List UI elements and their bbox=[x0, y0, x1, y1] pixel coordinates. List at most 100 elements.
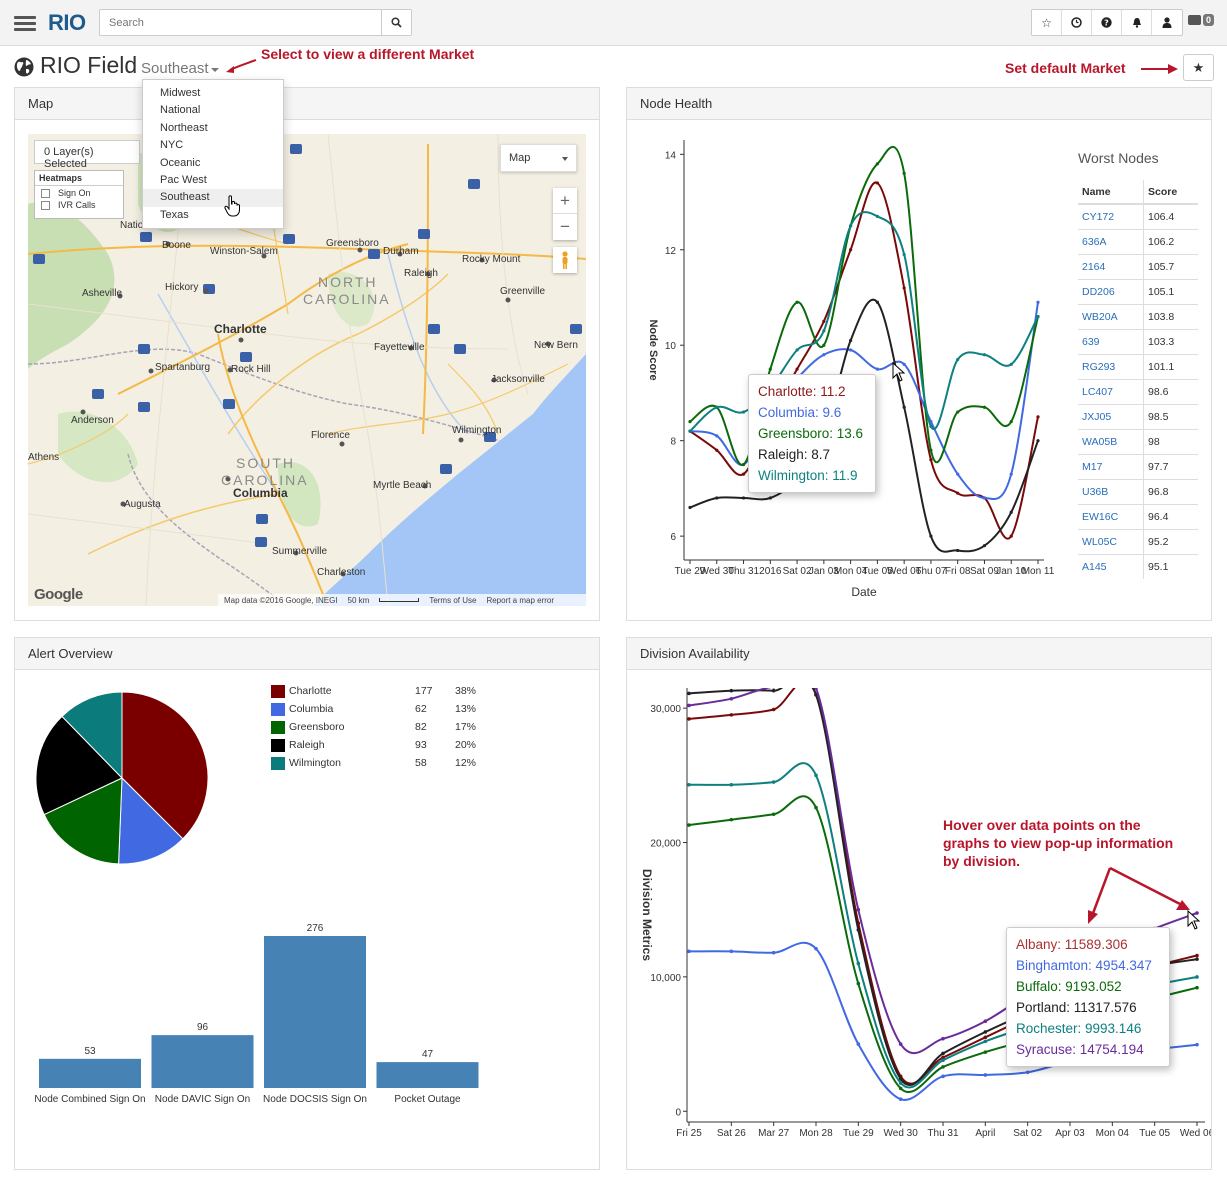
data-point bbox=[814, 773, 818, 778]
checkbox[interactable] bbox=[41, 188, 50, 198]
report-error-link[interactable]: Report a map error bbox=[486, 596, 554, 605]
map-type-select[interactable]: Map bbox=[500, 144, 577, 172]
search-input[interactable] bbox=[100, 10, 382, 35]
market-caret-icon[interactable] bbox=[211, 68, 219, 72]
node-name-link[interactable]: WL05C bbox=[1078, 528, 1144, 554]
market-option[interactable]: Northeast bbox=[143, 120, 283, 137]
market-option[interactable]: Pac West bbox=[143, 172, 283, 189]
chat-button[interactable]: 0 bbox=[1188, 14, 1215, 26]
data-point bbox=[856, 907, 861, 912]
heatmaps-panel: Heatmaps Sign On IVR Calls bbox=[34, 170, 124, 219]
x-tick-label: Wed 06 bbox=[1180, 1128, 1211, 1139]
data-point bbox=[687, 717, 691, 721]
bar-value-label: 53 bbox=[84, 1046, 96, 1057]
zoom-out-button[interactable]: − bbox=[553, 214, 577, 239]
worst-nodes-title: Worst Nodes bbox=[1078, 150, 1159, 166]
node-name-link[interactable]: LC407 bbox=[1078, 378, 1144, 404]
map-city-label: Summerville bbox=[272, 546, 328, 557]
node-name-link[interactable]: A145 bbox=[1078, 553, 1144, 579]
data-point bbox=[982, 405, 987, 409]
tooltip-line: Charlotte: 11.2 bbox=[758, 384, 846, 399]
x-tick-label: Fri 08 bbox=[945, 566, 971, 577]
zoom-in-button[interactable]: + bbox=[553, 188, 577, 214]
market-option[interactable]: Texas bbox=[143, 207, 283, 224]
data-point bbox=[1025, 1070, 1030, 1075]
bell-icon[interactable] bbox=[1122, 10, 1152, 35]
map-city-label: Athens bbox=[28, 452, 60, 463]
node-name-link[interactable]: CY172 bbox=[1078, 203, 1144, 229]
star-icon[interactable]: ☆ bbox=[1032, 10, 1062, 35]
node-score: 97.7 bbox=[1143, 453, 1198, 479]
data-point bbox=[795, 348, 799, 352]
node-name-link[interactable]: 639 bbox=[1078, 328, 1144, 354]
data-point bbox=[983, 1039, 988, 1044]
market-option[interactable]: NYC bbox=[143, 137, 283, 154]
market-option[interactable]: National bbox=[143, 102, 283, 119]
user-icon[interactable] bbox=[1152, 10, 1182, 35]
data-point bbox=[929, 458, 933, 462]
x-tick-label: Wed 30 bbox=[884, 1128, 919, 1139]
data-point bbox=[856, 1042, 861, 1046]
star-icon: ★ bbox=[1192, 59, 1205, 75]
map-city-label: Jacksonville bbox=[491, 374, 545, 385]
y-tick-label: 20,000 bbox=[650, 839, 681, 850]
app-logo[interactable]: RIO bbox=[48, 10, 86, 36]
map-footer: Map data ©2016 Google, INEGI 50 km Terms… bbox=[218, 594, 586, 606]
node-name-link[interactable]: WA05B bbox=[1078, 428, 1144, 454]
node-name-link[interactable]: RG293 bbox=[1078, 353, 1144, 379]
market-option[interactable]: Midwest bbox=[143, 85, 283, 102]
data-point bbox=[956, 548, 960, 553]
legend-swatch bbox=[271, 702, 285, 716]
map-city-label: Fayetteville bbox=[374, 342, 425, 353]
heatmap-option-ivr-calls[interactable]: IVR Calls bbox=[35, 198, 123, 210]
data-point bbox=[814, 688, 818, 690]
data-point bbox=[956, 472, 960, 476]
data-point bbox=[1036, 439, 1040, 443]
bar-value-label: 96 bbox=[197, 1022, 209, 1033]
market-option-selected[interactable]: Southeast bbox=[143, 189, 283, 207]
data-point bbox=[771, 812, 776, 817]
map-city-label: Anderson bbox=[71, 415, 114, 426]
data-point bbox=[875, 367, 879, 371]
hamburger-menu-icon[interactable] bbox=[14, 16, 36, 31]
node-name-link[interactable]: JXJ05 bbox=[1078, 403, 1144, 429]
data-point bbox=[687, 703, 691, 708]
legend-item: Columbia 62 13% bbox=[271, 702, 476, 716]
market-option[interactable]: Oceanic bbox=[143, 155, 283, 172]
map-scale-bar bbox=[379, 598, 420, 602]
heatmap-option-sign-on[interactable]: Sign On bbox=[35, 186, 123, 198]
node-name-link[interactable]: WB20A bbox=[1078, 303, 1144, 329]
node-name-link[interactable]: EW16C bbox=[1078, 503, 1144, 529]
node-name-link[interactable]: DD206 bbox=[1078, 278, 1144, 304]
node-name-link[interactable]: 2164 bbox=[1078, 253, 1144, 279]
help-icon[interactable]: ? bbox=[1092, 10, 1122, 35]
node-name-link[interactable]: U36B bbox=[1078, 478, 1144, 504]
x-tick-label: Thu 31 bbox=[927, 1128, 959, 1139]
clock-icon[interactable] bbox=[1062, 10, 1092, 35]
y-tick-label: 12 bbox=[665, 246, 677, 257]
data-point bbox=[771, 707, 776, 712]
x-tick-label: Mon 11 bbox=[1022, 566, 1055, 577]
legend-item: Wilmington 58 12% bbox=[271, 756, 476, 770]
legend-percent: 17% bbox=[455, 721, 477, 733]
data-point bbox=[983, 1035, 988, 1040]
node-name-link[interactable]: 636A bbox=[1078, 228, 1144, 254]
node-name-link[interactable]: M17 bbox=[1078, 453, 1144, 479]
x-tick-label: Sat 02 bbox=[1013, 1128, 1042, 1139]
data-point bbox=[1195, 957, 1199, 961]
legend-percent: 38% bbox=[455, 685, 477, 697]
data-point bbox=[941, 1036, 945, 1041]
terms-link[interactable]: Terms of Use bbox=[429, 596, 476, 605]
data-point bbox=[741, 472, 746, 476]
search-button[interactable] bbox=[381, 10, 411, 35]
layer-select-dropdown[interactable]: 0 Layer(s) Selected bbox=[34, 140, 140, 170]
table-row: A145 95.1 bbox=[1078, 553, 1198, 579]
table-row: WA05B 98 bbox=[1078, 428, 1198, 454]
checkbox[interactable] bbox=[41, 200, 50, 210]
map-city-label: Boone bbox=[162, 240, 191, 251]
market-selector[interactable]: Southeast bbox=[141, 60, 209, 77]
set-default-market-button[interactable]: ★ bbox=[1183, 54, 1214, 81]
globe-icon bbox=[14, 57, 34, 77]
svg-text:?: ? bbox=[1104, 19, 1109, 28]
street-view-pegman-icon[interactable] bbox=[553, 247, 577, 273]
